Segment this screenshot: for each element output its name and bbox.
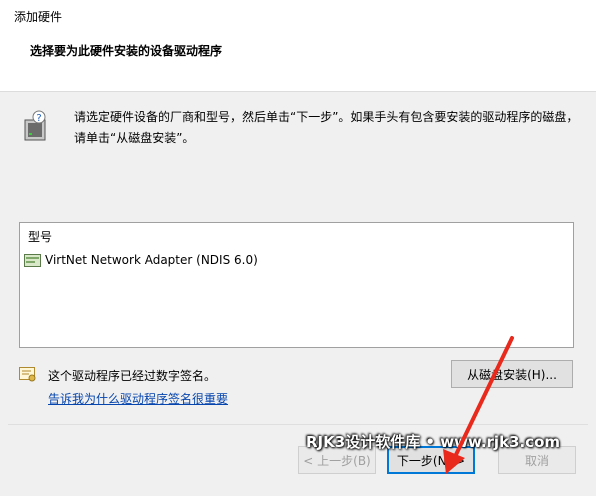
have-disk-button[interactable]: 从磁盘安装(H)... <box>451 360 573 388</box>
page-subtitle: 选择要为此硬件安装的设备驱动程序 <box>30 44 223 58</box>
hardware-question-icon: ? <box>24 110 46 141</box>
svg-text:?: ? <box>36 113 41 124</box>
footer-divider <box>8 424 588 425</box>
window-title: 添加硬件 <box>14 10 63 24</box>
instruction-text: 请选定硬件设备的厂商和型号，然后单击“下一步”。如果手头有包含要安装的驱动程序的… <box>74 110 579 145</box>
model-list[interactable]: 型号 VirtNet Network Adapter (NDIS 6.0) <box>19 222 574 348</box>
signature-status: 这个驱动程序已经过数字签名。 <box>48 369 217 383</box>
list-item-label: VirtNet Network Adapter (NDIS 6.0) <box>45 253 258 267</box>
model-column-header: 型号 <box>28 230 53 244</box>
certificate-icon <box>19 367 36 382</box>
list-item[interactable]: VirtNet Network Adapter (NDIS 6.0) <box>24 250 258 270</box>
signature-info-link[interactable]: 告诉我为什么驱动程序签名很重要 <box>48 390 228 407</box>
wizard-header: 添加硬件 选择要为此硬件安装的设备驱动程序 <box>0 0 596 92</box>
network-adapter-icon <box>24 253 41 267</box>
watermark-text: RJK3设计软件库 • www.rjk3.com <box>306 433 561 451</box>
